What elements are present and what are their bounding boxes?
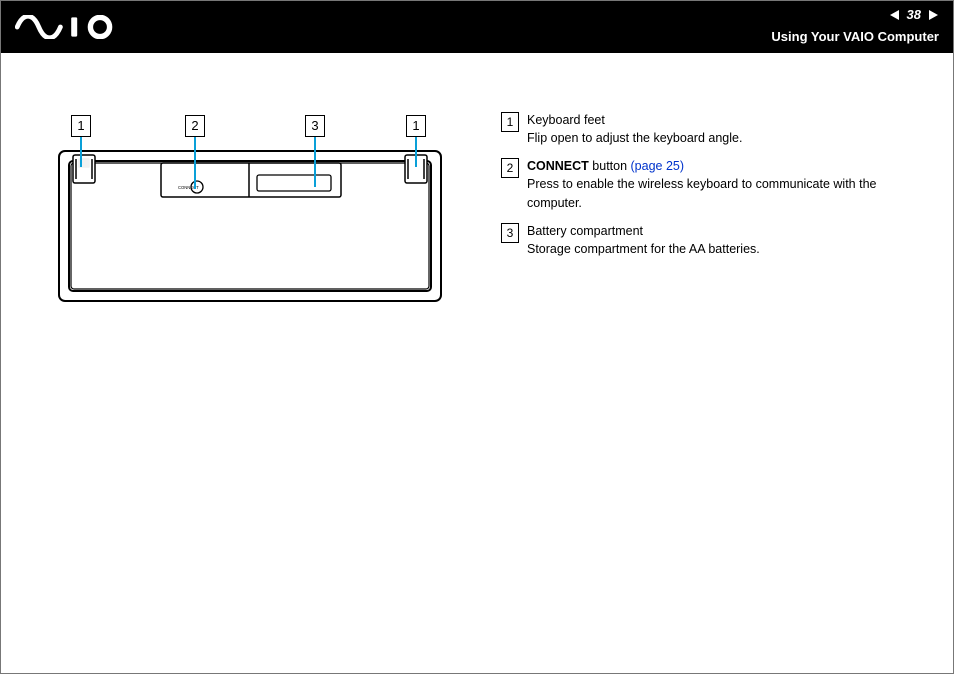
page-number-nav: 38 — [889, 7, 939, 22]
legend-desc: Flip open to adjust the keyboard angle. — [527, 131, 742, 145]
legend-num: 1 — [501, 112, 519, 132]
legend-title: Keyboard feet — [527, 113, 605, 127]
prev-page-icon[interactable] — [889, 9, 901, 21]
callout-row: 1 2 3 1 — [57, 115, 457, 141]
leader-line — [80, 137, 82, 167]
callout-2: 2 — [185, 115, 205, 137]
page-ref-link[interactable]: (page 25) — [631, 159, 685, 173]
connect-label: CONNECT — [178, 185, 199, 190]
legend-title-rest: button — [589, 159, 631, 173]
legend-item-1: 1 Keyboard feet Flip open to adjust the … — [501, 111, 923, 147]
legend-desc: Storage compartment for the AA batteries… — [527, 242, 760, 256]
legend-text: Battery compartment Storage compartment … — [527, 222, 923, 258]
page-number: 38 — [907, 7, 921, 22]
legend: 1 Keyboard feet Flip open to adjust the … — [501, 111, 923, 268]
keyboard-diagram: 1 2 3 1 — [57, 115, 457, 305]
next-page-icon[interactable] — [927, 9, 939, 21]
page-header: 38 Using Your VAIO Computer — [1, 1, 953, 53]
leader-line — [415, 137, 417, 167]
vaio-logo — [15, 15, 125, 39]
document-page: 38 Using Your VAIO Computer 1 2 3 1 — [0, 0, 954, 674]
section-title: Using Your VAIO Computer — [771, 29, 939, 44]
leader-line — [194, 137, 196, 189]
legend-text: CONNECT button (page 25) Press to enable… — [527, 157, 923, 211]
callout-1: 1 — [71, 115, 91, 137]
legend-num: 2 — [501, 158, 519, 178]
legend-text: Keyboard feet Flip open to adjust the ke… — [527, 111, 923, 147]
legend-item-2: 2 CONNECT button (page 25) Press to enab… — [501, 157, 923, 211]
page-content: 1 2 3 1 — [1, 53, 953, 673]
legend-desc: Press to enable the wireless keyboard to… — [527, 177, 876, 209]
keyboard-svg: CONNECT — [57, 145, 443, 305]
callout-1b: 1 — [406, 115, 426, 137]
legend-title-bold: CONNECT — [527, 159, 589, 173]
legend-title: Battery compartment — [527, 224, 643, 238]
leader-line — [314, 137, 316, 187]
legend-num: 3 — [501, 223, 519, 243]
callout-3: 3 — [305, 115, 325, 137]
legend-item-3: 3 Battery compartment Storage compartmen… — [501, 222, 923, 258]
